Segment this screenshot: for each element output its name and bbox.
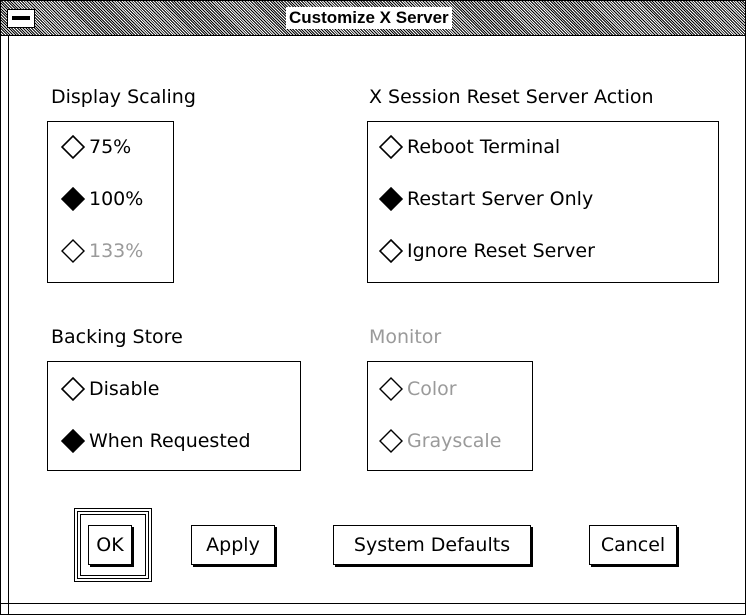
- radio-133-percent: 133%: [61, 239, 143, 263]
- reset-action-group: Reboot Terminal Restart Server Only Igno…: [367, 121, 719, 283]
- radio-unselected-icon: [379, 239, 403, 263]
- radio-restart-server-only[interactable]: Restart Server Only: [379, 187, 593, 211]
- radio-disabled-icon: [61, 239, 85, 263]
- radio-selected-icon: [61, 429, 85, 453]
- default-button-ring-mid: OK: [77, 511, 149, 579]
- radio-75-percent[interactable]: 75%: [61, 135, 131, 159]
- monitor-group: Color Grayscale: [367, 361, 533, 471]
- title-bar[interactable]: Customize X Server: [1, 1, 745, 36]
- radio-ignore-reset-server[interactable]: Ignore Reset Server: [379, 239, 595, 263]
- radio-monitor-color: Color: [379, 377, 457, 401]
- ok-button[interactable]: OK: [88, 525, 132, 565]
- backing-store-group: Disable When Requested: [47, 361, 301, 471]
- radio-label: Color: [407, 378, 457, 400]
- window-left-border[interactable]: [1, 1, 9, 614]
- default-button-ring-inner: OK: [80, 514, 146, 576]
- backing-store-label: Backing Store: [51, 326, 183, 348]
- default-button-ring: OK: [74, 508, 152, 582]
- radio-label: 75%: [89, 136, 132, 158]
- radio-reboot-terminal[interactable]: Reboot Terminal: [379, 135, 560, 159]
- radio-label: Reboot Terminal: [407, 136, 561, 158]
- radio-100-percent[interactable]: 100%: [61, 187, 143, 211]
- radio-disabled-icon: [379, 429, 403, 453]
- window-bottom-border: [1, 603, 745, 604]
- radio-unselected-icon: [61, 135, 85, 159]
- reset-action-label: X Session Reset Server Action: [369, 86, 654, 108]
- radio-label: Ignore Reset Server: [407, 240, 595, 262]
- radio-unselected-icon: [379, 135, 403, 159]
- system-defaults-button[interactable]: System Defaults: [333, 525, 531, 565]
- radio-selected-icon: [61, 187, 85, 211]
- radio-unselected-icon: [61, 377, 85, 401]
- customize-x-server-dialog: Customize X Server Display Scaling 75% 1…: [0, 0, 746, 615]
- radio-disabled-icon: [379, 377, 403, 401]
- display-scaling-label: Display Scaling: [51, 86, 196, 108]
- monitor-label: Monitor: [369, 326, 442, 348]
- radio-label: When Requested: [89, 430, 251, 452]
- radio-label: Grayscale: [407, 430, 502, 452]
- radio-label: 133%: [89, 240, 144, 262]
- radio-monitor-grayscale: Grayscale: [379, 429, 501, 453]
- display-scaling-group: 75% 100% 133%: [47, 121, 174, 283]
- radio-label: Restart Server Only: [407, 188, 594, 210]
- cancel-button[interactable]: Cancel: [589, 525, 677, 565]
- window-menu-button[interactable]: [7, 9, 35, 28]
- radio-label: Disable: [89, 378, 160, 400]
- radio-label: 100%: [89, 188, 144, 210]
- radio-backing-when-requested[interactable]: When Requested: [61, 429, 251, 453]
- apply-button[interactable]: Apply: [191, 525, 275, 565]
- window-title: Customize X Server: [286, 7, 452, 29]
- radio-backing-disable[interactable]: Disable: [61, 377, 159, 401]
- window-menu-icon: [12, 16, 30, 20]
- radio-selected-icon: [379, 187, 403, 211]
